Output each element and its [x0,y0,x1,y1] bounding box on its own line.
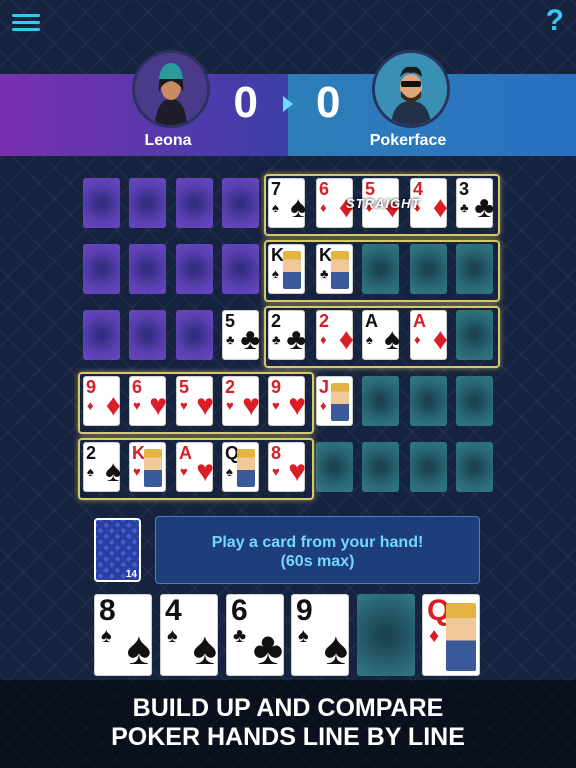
draw-deck: 14 [94,518,141,582]
card-suit-large-icon: ♣ [240,323,260,356]
empty-slot [456,442,493,492]
opponent-slot [83,178,120,228]
hand-card[interactable]: 9 ♠ ♠ [291,594,349,676]
empty-slot [316,442,353,492]
row-highlight-frame [78,372,314,434]
card-suit: ♠ [167,625,178,647]
empty-slot [410,442,447,492]
court-figure-icon [446,603,476,671]
hand-rank-label: STRAIGHT [346,196,421,211]
empty-slot [362,442,399,492]
card-suit: ♠ [101,625,112,647]
row-highlight-frame [78,438,314,500]
player-left-panel: 0 Leona [0,50,288,156]
board-card: 5 ♣ ♣ [222,310,260,360]
row-highlight-frame [264,240,500,302]
card-suit: ♣ [233,625,247,647]
card-rank: 9 [296,594,313,627]
opponent-slot [222,244,259,294]
opponent-slot [176,244,213,294]
player-left-avatar [132,50,210,128]
player-left-score: 0 [233,78,258,127]
opponent-slot [176,310,213,360]
opponent-slot [176,178,213,228]
empty-slot [410,376,447,426]
hand-card[interactable]: 8 ♠ ♠ [94,594,152,676]
opponent-slot [129,310,166,360]
card-suit: ♠ [298,625,309,647]
hand-card[interactable]: Q ♦ [422,594,480,676]
deck-count: 14 [125,569,137,580]
card-suit: ♦ [320,398,327,413]
card-suit-large-icon: ♣ [252,622,283,674]
banner-line-1: BUILD UP AND COMPARE [132,694,444,722]
opponent-slot [83,310,120,360]
scoreboard: 0 Leona 0 Pokerface [0,50,576,156]
menu-icon[interactable] [12,10,40,38]
card-rank: J [319,377,330,397]
card-rank: 4 [165,594,182,627]
card-suit-large-icon: ♠ [323,622,348,674]
card-suit-large-icon: ♠ [192,622,217,674]
player-left-name: Leona [144,132,192,149]
hand-card[interactable]: 6 ♣ ♣ [226,594,284,676]
instruction-box: Play a card from your hand! (60s max) [155,516,480,584]
card-rank: 5 [225,311,236,331]
turn-arrow-icon [283,96,293,112]
opponent-slot [129,244,166,294]
card-suit: ♣ [226,332,235,347]
hand-empty-slot [357,594,415,676]
opponent-slot [222,178,259,228]
player-right-name: Pokerface [369,132,447,149]
banner-line-2: POKER HANDS LINE BY LINE [111,723,465,751]
player-right-avatar [372,50,450,128]
opponent-slot [83,244,120,294]
opponent-slot [129,178,166,228]
card-rank: 8 [99,594,116,627]
help-icon[interactable]: ? [546,4,564,38]
card-rank: 6 [231,594,248,627]
empty-slot [362,376,399,426]
board-card: J ♦ [316,376,353,426]
row-highlight-frame [264,306,500,368]
promo-banner: BUILD UP AND COMPARE POKER HANDS LINE BY… [0,680,576,768]
instruction-line-1: Play a card from your hand! [211,534,424,551]
instruction-line-2: (60s max) [280,553,355,570]
empty-slot [456,376,493,426]
player-right-panel: 0 Pokerface [288,50,576,156]
card-suit-large-icon: ♠ [126,622,151,674]
card-suit: ♦ [429,625,440,647]
hand-card[interactable]: 4 ♠ ♠ [160,594,218,676]
player-right-score: 0 [316,78,341,127]
court-figure-icon [331,383,349,421]
